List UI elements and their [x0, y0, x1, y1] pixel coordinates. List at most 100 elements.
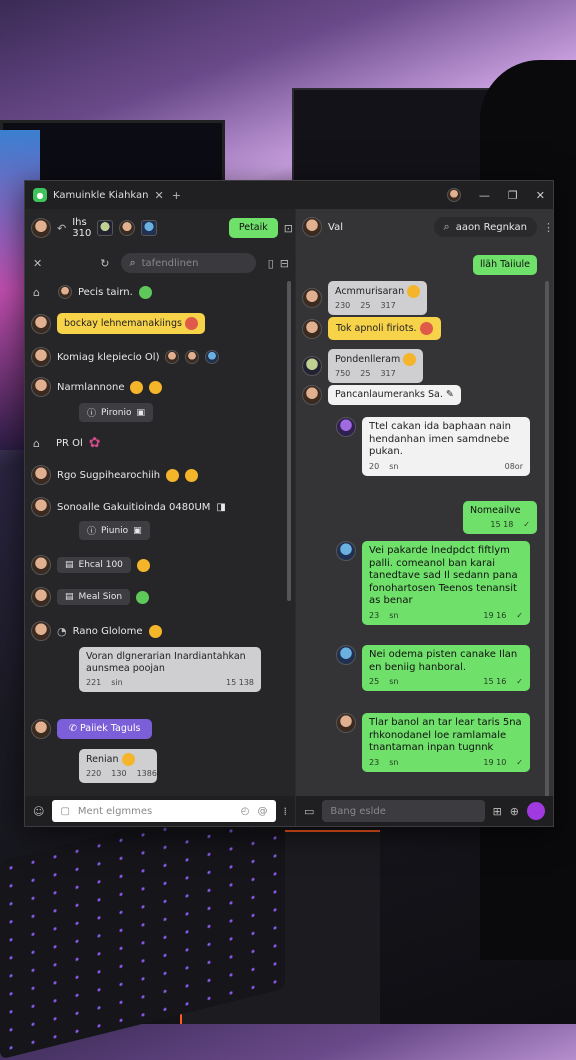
grid-icon[interactable]: ⁞ — [284, 805, 288, 818]
emoji-icon — [136, 558, 150, 572]
left-composer: ☺ ▢ Ment elgmmes ◴ @ ⁞ — [25, 796, 295, 826]
search-input[interactable]: tafendlinen — [142, 258, 199, 269]
chat-scrollbar[interactable] — [545, 281, 549, 801]
list-item[interactable]: ⌂ PR Ol ✿ — [33, 435, 101, 451]
member-avatar — [119, 220, 136, 236]
folder-icon[interactable]: ⊟ — [280, 257, 289, 270]
profile-avatar[interactable] — [446, 188, 461, 202]
list-item[interactable]: ▤ Meal Sion — [31, 587, 150, 607]
doc-icon: ▤ — [65, 560, 74, 570]
list-item[interactable]: Rgo Sugpihearochiih — [31, 465, 199, 485]
info-icon: ⓘ — [87, 527, 97, 537]
close-icon[interactable]: ✕ — [33, 257, 42, 270]
header-name: Ihs — [72, 217, 87, 228]
list-item[interactable]: bockay lehnemanakiings — [31, 313, 205, 334]
doc-icon: ▣ — [136, 407, 145, 418]
avatar — [31, 587, 51, 607]
list-item[interactable]: ✆ Paiiek Taguls — [31, 719, 153, 739]
incoming-message-row[interactable]: Pancanlaumeranks Sa. ✎ — [302, 385, 461, 405]
incoming-message-row[interactable]: Ttel cakan ida baphaan nain hendanhan im… — [336, 417, 530, 476]
item-text: PR Ol — [55, 437, 83, 449]
more-options-icon[interactable]: ⋮ — [543, 221, 554, 234]
avatar — [31, 313, 51, 334]
minimize-icon[interactable]: — — [479, 189, 490, 202]
back-icon[interactable]: ↶ — [57, 222, 66, 235]
list-item[interactable]: ⌂ Pecis tairn. — [33, 285, 152, 299]
emoji-icon — [166, 468, 180, 482]
avatar — [31, 621, 51, 641]
attach-icon[interactable]: ▢ — [60, 806, 69, 817]
contact-name: Val — [328, 221, 343, 233]
sticker-icon[interactable]: ◴ — [241, 806, 250, 817]
app-icon: ● — [33, 188, 47, 202]
mention-icon[interactable]: @ — [258, 806, 268, 817]
incoming-message: Pondenlleram 750 25 317 — [328, 349, 424, 383]
item-chip: ▤ Meal Sion — [57, 589, 131, 605]
close-window-icon[interactable]: ✕ — [536, 189, 545, 202]
image-icon[interactable]: ▭ — [304, 805, 314, 818]
info-icon: ⓘ — [87, 409, 97, 419]
search-icon: ⌕ — [129, 256, 136, 269]
list-item[interactable]: Narmlannone — [31, 377, 163, 397]
avatar — [31, 555, 51, 575]
list-item[interactable]: ◔ Rano Glolome — [31, 621, 162, 641]
item-bubble: ✆ Paiiek Taguls — [57, 719, 153, 739]
chat-search-text: aaon Regnkan — [455, 221, 527, 233]
primary-button[interactable]: Petaik — [228, 218, 278, 238]
gif-icon[interactable]: ⊞ — [493, 805, 502, 818]
list-item[interactable]: ▤ Ehcal 100 — [31, 555, 150, 575]
avatar — [31, 465, 51, 485]
item-text: Pecis tairn. — [77, 286, 133, 298]
bot-icon[interactable]: ⊕ — [510, 805, 519, 818]
avatar — [302, 385, 322, 405]
outgoing-message: Vei pakarde lnedpdct fiftlym palli. come… — [362, 541, 530, 625]
message-card[interactable]: Renian 220 130 1386 — [79, 749, 157, 783]
item-text: Rano Glolome — [72, 625, 143, 637]
emoji-picker-icon[interactable]: ☺ — [33, 805, 44, 818]
header-sub: 310 — [72, 228, 92, 239]
left-message-input[interactable]: ▢ Ment elgmmes ◴ @ — [52, 800, 276, 822]
emoji-icon — [121, 753, 135, 766]
emoji-icon — [403, 353, 417, 366]
bookmark-icon[interactable]: ▯ — [268, 257, 274, 270]
contact-avatar[interactable] — [302, 217, 322, 237]
incoming-message-row[interactable]: Pondenlleram 750 25 317 — [302, 349, 424, 383]
left-scrollbar[interactable] — [287, 281, 291, 601]
send-button[interactable] — [527, 802, 545, 820]
emoji-icon — [148, 624, 162, 638]
outgoing-message-row[interactable]: Nei odema pisten canake Ilan en beniig h… — [336, 645, 530, 691]
outgoing-message-row[interactable]: Tlar banol an tar lear taris 5na rhkonod… — [336, 713, 530, 772]
chat-pane: Val ⌕ aaon Regnkan ⋮ lläh Taiiule Acmmur… — [296, 209, 554, 801]
window-tab[interactable]: ● Kamuinkle Kiahkan ✕ — [33, 188, 164, 202]
new-tab-button[interactable]: + — [172, 189, 181, 202]
search-field[interactable]: ⌕ tafendlinen — [121, 253, 256, 273]
tab-title: Kamuinkle Kiahkan — [53, 189, 149, 201]
avatar — [165, 350, 180, 364]
search-icon: ⌕ — [443, 220, 450, 233]
list-item[interactable]: Sonoalle Gakuitioinda 0480UM ◨ — [31, 497, 226, 517]
outgoing-message[interactable]: Nomeailve 15 18 ✓ — [463, 501, 537, 534]
message-card[interactable]: Voran dlgnerarian Inardiantahkan aunsmea… — [79, 647, 261, 692]
emoji-icon — [149, 380, 163, 394]
outgoing-message[interactable]: lläh Taiiule — [473, 255, 537, 275]
list-item[interactable]: Komiag klepiecio Ol) — [31, 347, 220, 367]
incoming-message-row[interactable]: Tok apnoli firiots. — [302, 317, 441, 340]
chat-window: ● Kamuinkle Kiahkan ✕ + — ❐ ✕ ↶ Ihs 310 … — [24, 180, 554, 827]
emoji-icon — [136, 590, 150, 604]
avatar — [185, 350, 200, 364]
item-text: Komiag klepiecio Ol) — [57, 351, 160, 363]
avatar — [31, 347, 51, 367]
sub-item-chip[interactable]: ⓘ Piunio ▣ — [79, 521, 150, 540]
refresh-icon[interactable]: ↻ — [100, 257, 109, 270]
outgoing-message-row[interactable]: Vei pakarde lnedpdct fiftlym palli. come… — [336, 541, 530, 625]
close-tab-icon[interactable]: ✕ — [155, 189, 164, 202]
sub-item-chip[interactable]: ⓘ Pironio ▣ — [79, 403, 153, 422]
incoming-message-row[interactable]: Acmmurisaran 230 25 317 — [302, 281, 428, 315]
item-text: Sonoalle Gakuitioinda 0480UM — [57, 501, 211, 513]
settings-icon[interactable]: ⊡ — [284, 222, 293, 235]
maximize-icon[interactable]: ❐ — [508, 189, 518, 202]
user-avatar[interactable] — [31, 218, 51, 238]
figure-icon: ✿ — [88, 435, 101, 451]
chat-message-input[interactable]: Bang eslde — [322, 800, 485, 822]
chat-search-field[interactable]: ⌕ aaon Regnkan — [433, 217, 537, 237]
